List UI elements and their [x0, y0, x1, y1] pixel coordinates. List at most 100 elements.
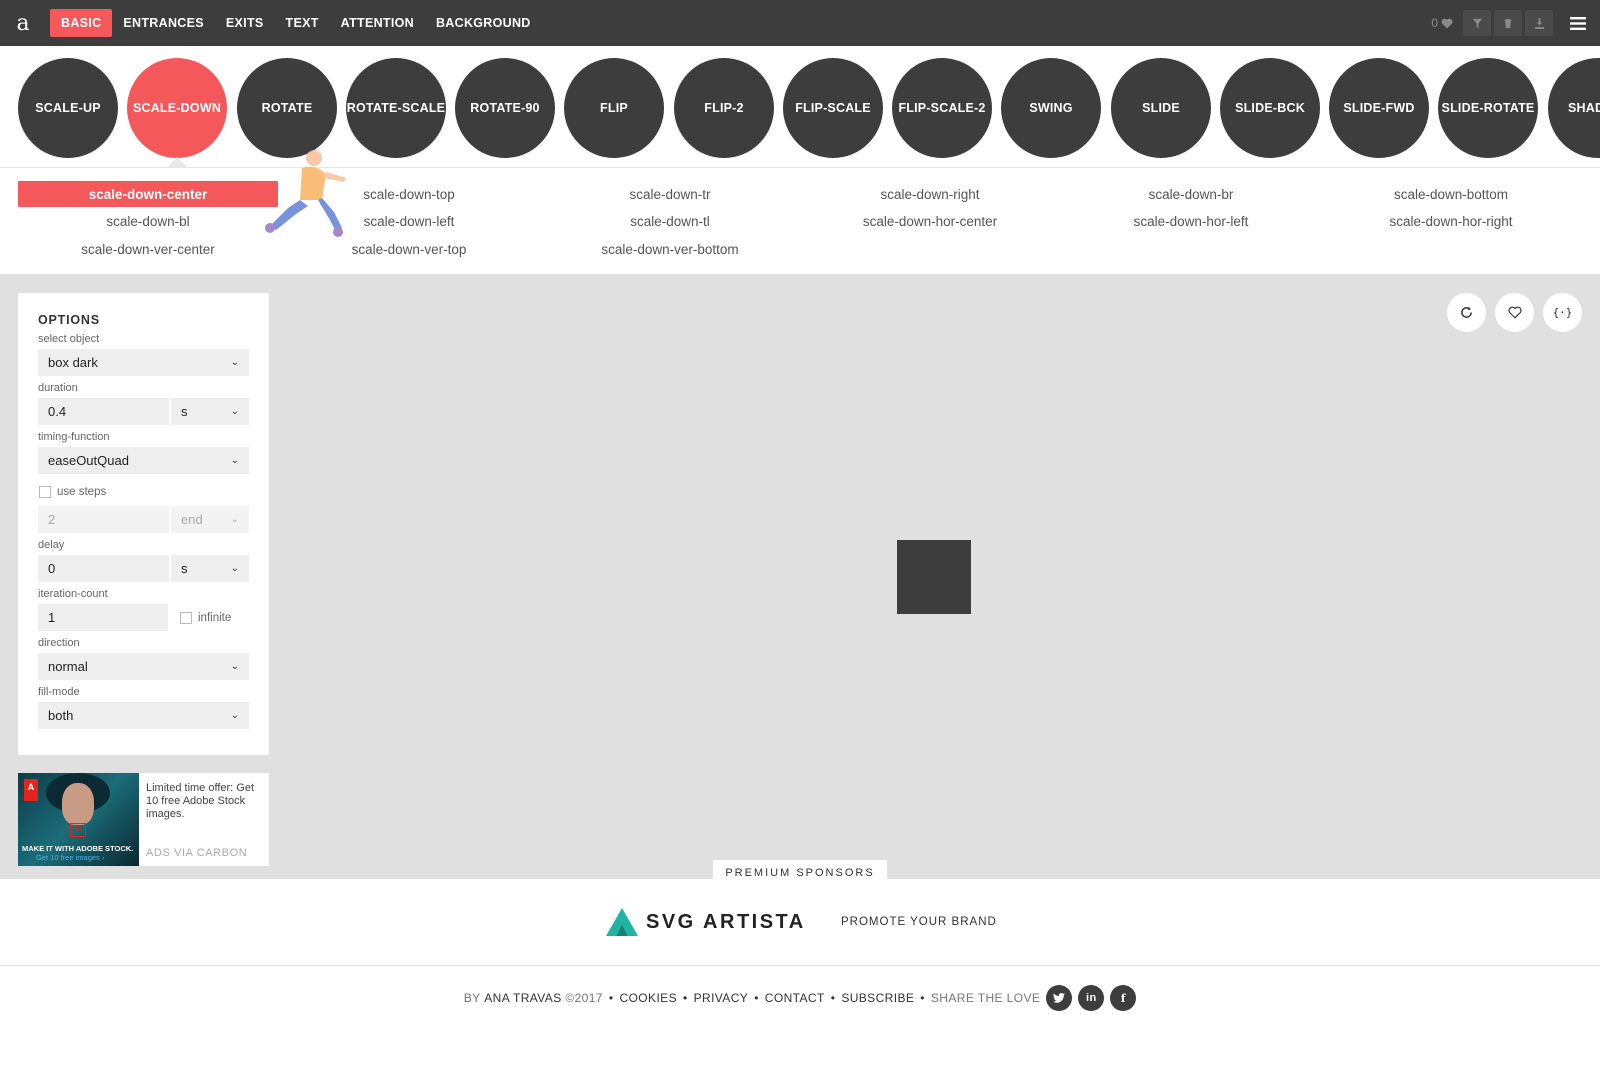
stage-actions: {·} — [1447, 293, 1582, 332]
download-button[interactable] — [1525, 10, 1553, 36]
variant-scale-down-hor-right[interactable]: scale-down-hor-right — [1321, 208, 1581, 234]
favorites-counter[interactable]: 0 — [1431, 16, 1453, 30]
fill-mode-dropdown[interactable]: both ⌄ — [38, 702, 249, 729]
category-rotate[interactable]: ROTATE — [237, 58, 337, 158]
delay-unit-dropdown[interactable]: s ⌄ — [171, 555, 249, 582]
filter-button[interactable] — [1463, 10, 1491, 36]
category-flip-scale-2[interactable]: FLIP-SCALE-2 — [892, 58, 992, 158]
top-nav-bar: a BASIC ENTRANCES EXITS TEXT ATTENTION B… — [0, 0, 1600, 46]
use-steps-label: use steps — [57, 486, 107, 498]
category-rotate-scale[interactable]: ROTATE-SCALE — [346, 58, 446, 158]
category-flip-2[interactable]: FLIP-2 — [674, 58, 774, 158]
svg-artista-link[interactable]: SVG ARTISTA — [606, 908, 806, 936]
footer-subscribe-link[interactable]: SUBSCRIBE — [841, 991, 914, 1005]
animation-categories: SCALE-UP SCALE-DOWN ROTATE ROTATE-SCALE … — [0, 46, 1600, 168]
category-slide-bck[interactable]: SLIDE-BCK — [1220, 58, 1320, 158]
duration-input[interactable]: 0.4 — [38, 398, 169, 425]
promote-your-brand-link[interactable]: PROMOTE YOUR BRAND — [841, 916, 997, 928]
variant-scale-down-br[interactable]: scale-down-br — [1061, 181, 1321, 207]
generate-code-button[interactable]: {·} — [1543, 293, 1582, 332]
adobe-logo: A — [24, 779, 38, 801]
tab-attention[interactable]: ATTENTION — [330, 9, 425, 37]
iteration-count-input[interactable]: 1 — [38, 604, 168, 631]
select-object-label: select object — [38, 333, 100, 345]
delete-button[interactable] — [1494, 10, 1522, 36]
footer-cookies-link[interactable]: COOKIES — [620, 991, 677, 1005]
variant-scale-down-bl[interactable]: scale-down-bl — [18, 208, 278, 234]
delay-value: 0 — [48, 561, 56, 576]
trash-icon — [1504, 18, 1512, 28]
tab-text[interactable]: TEXT — [275, 9, 330, 37]
fill-mode-label: fill-mode — [38, 686, 80, 698]
filter-icon — [1472, 18, 1482, 28]
fill-mode-value: both — [48, 708, 74, 723]
variant-scale-down-right[interactable]: scale-down-right — [800, 181, 1060, 207]
menu-button[interactable] — [1556, 0, 1600, 46]
timing-function-dropdown[interactable]: easeOutQuad ⌄ — [38, 447, 249, 474]
variant-scale-down-hor-left[interactable]: scale-down-hor-left — [1061, 208, 1321, 234]
tab-entrances[interactable]: ENTRANCES — [112, 9, 214, 37]
preview-box-dark — [897, 540, 971, 614]
linkedin-button[interactable]: in — [1078, 985, 1105, 1011]
iteration-count-value: 1 — [48, 610, 56, 625]
steps-value: 2 — [48, 512, 56, 527]
steps-input[interactable]: 2 — [38, 506, 169, 533]
direction-dropdown[interactable]: normal ⌄ — [38, 653, 249, 680]
svg-artista-brand: SVG ARTISTA — [646, 910, 806, 933]
tab-background[interactable]: BACKGROUND — [425, 9, 542, 37]
category-slide-fwd[interactable]: SLIDE-FWD — [1329, 58, 1429, 158]
tab-basic[interactable]: BASIC — [50, 9, 113, 37]
logo[interactable]: a — [0, 0, 46, 46]
category-flip[interactable]: FLIP — [564, 58, 664, 158]
category-swing[interactable]: SWING — [1001, 58, 1101, 158]
variant-scale-down-ver-center[interactable]: scale-down-ver-center — [18, 236, 278, 262]
category-scale-down[interactable]: SCALE-DOWN — [127, 58, 227, 158]
variant-scale-down-ver-bottom[interactable]: scale-down-ver-bottom — [540, 236, 800, 262]
chevron-down-icon: ⌄ — [230, 357, 239, 368]
footer-contact-link[interactable]: CONTACT — [765, 991, 825, 1005]
separator-dot: • — [608, 991, 614, 1005]
duration-value: 0.4 — [48, 404, 67, 419]
separator-dot: • — [920, 991, 925, 1005]
twitter-button[interactable] — [1046, 985, 1073, 1011]
footer-share-label: SHARE THE LOVE — [930, 991, 1041, 1005]
tab-exits[interactable]: EXITS — [215, 9, 275, 37]
infinite-checkbox[interactable] — [180, 611, 192, 624]
variant-scale-down-tl[interactable]: scale-down-tl — [540, 208, 800, 234]
footer-author-link[interactable]: ANA TRAVAS — [484, 991, 561, 1005]
use-steps-checkbox[interactable] — [39, 486, 51, 498]
favorite-button[interactable] — [1495, 293, 1534, 332]
category-slide[interactable]: SLIDE — [1111, 58, 1211, 158]
category-scale-up[interactable]: SCALE-UP — [18, 58, 118, 158]
delay-input[interactable]: 0 — [38, 555, 169, 582]
facebook-button[interactable]: f — [1110, 985, 1137, 1011]
variant-scale-down-tr[interactable]: scale-down-tr — [540, 181, 800, 207]
footer-year: ©2017 — [565, 991, 603, 1005]
ads-via-carbon-link[interactable]: ADS VIA CARBON — [146, 847, 247, 860]
category-flip-scale[interactable]: FLIP-SCALE — [783, 58, 883, 158]
duration-unit-value: s — [181, 404, 188, 419]
variant-scale-down-center[interactable]: scale-down-center — [18, 181, 278, 207]
category-rotate-90[interactable]: ROTATE-90 — [455, 58, 555, 158]
select-object-dropdown[interactable]: box dark ⌄ — [38, 349, 249, 376]
delay-label: delay — [38, 539, 65, 551]
variant-scale-down-hor-center[interactable]: scale-down-hor-center — [800, 208, 1060, 234]
linkedin-icon: in — [1086, 992, 1097, 1004]
variant-scale-down-bottom[interactable]: scale-down-bottom — [1321, 181, 1581, 207]
steps-position-dropdown[interactable]: end ⌄ — [171, 506, 249, 533]
category-shadow-drop[interactable]: SHAD DRO — [1548, 58, 1600, 158]
duration-unit-dropdown[interactable]: s ⌄ — [171, 398, 249, 425]
replay-button[interactable] — [1447, 293, 1486, 332]
ad-image[interactable]: A St MAKE IT WITH ADOBE STOCK. Get 10 fr… — [18, 773, 139, 866]
svg-artista-logo-icon — [606, 908, 638, 936]
timing-function-label: timing-function — [38, 431, 110, 443]
footer-privacy-link[interactable]: PRIVACY — [694, 991, 749, 1005]
heart-outline-icon — [1507, 306, 1522, 319]
carbon-ad[interactable]: A St MAKE IT WITH ADOBE STOCK. Get 10 fr… — [18, 773, 269, 866]
category-slide-rotate[interactable]: SLIDE-ROTATE — [1438, 58, 1538, 158]
infinite-label: infinite — [198, 611, 232, 624]
ad-text[interactable]: Limited time offer: Get 10 free Adobe St… — [146, 782, 254, 820]
facebook-icon: f — [1120, 991, 1126, 1005]
direction-value: normal — [48, 659, 88, 674]
timing-function-value: easeOutQuad — [48, 453, 129, 468]
